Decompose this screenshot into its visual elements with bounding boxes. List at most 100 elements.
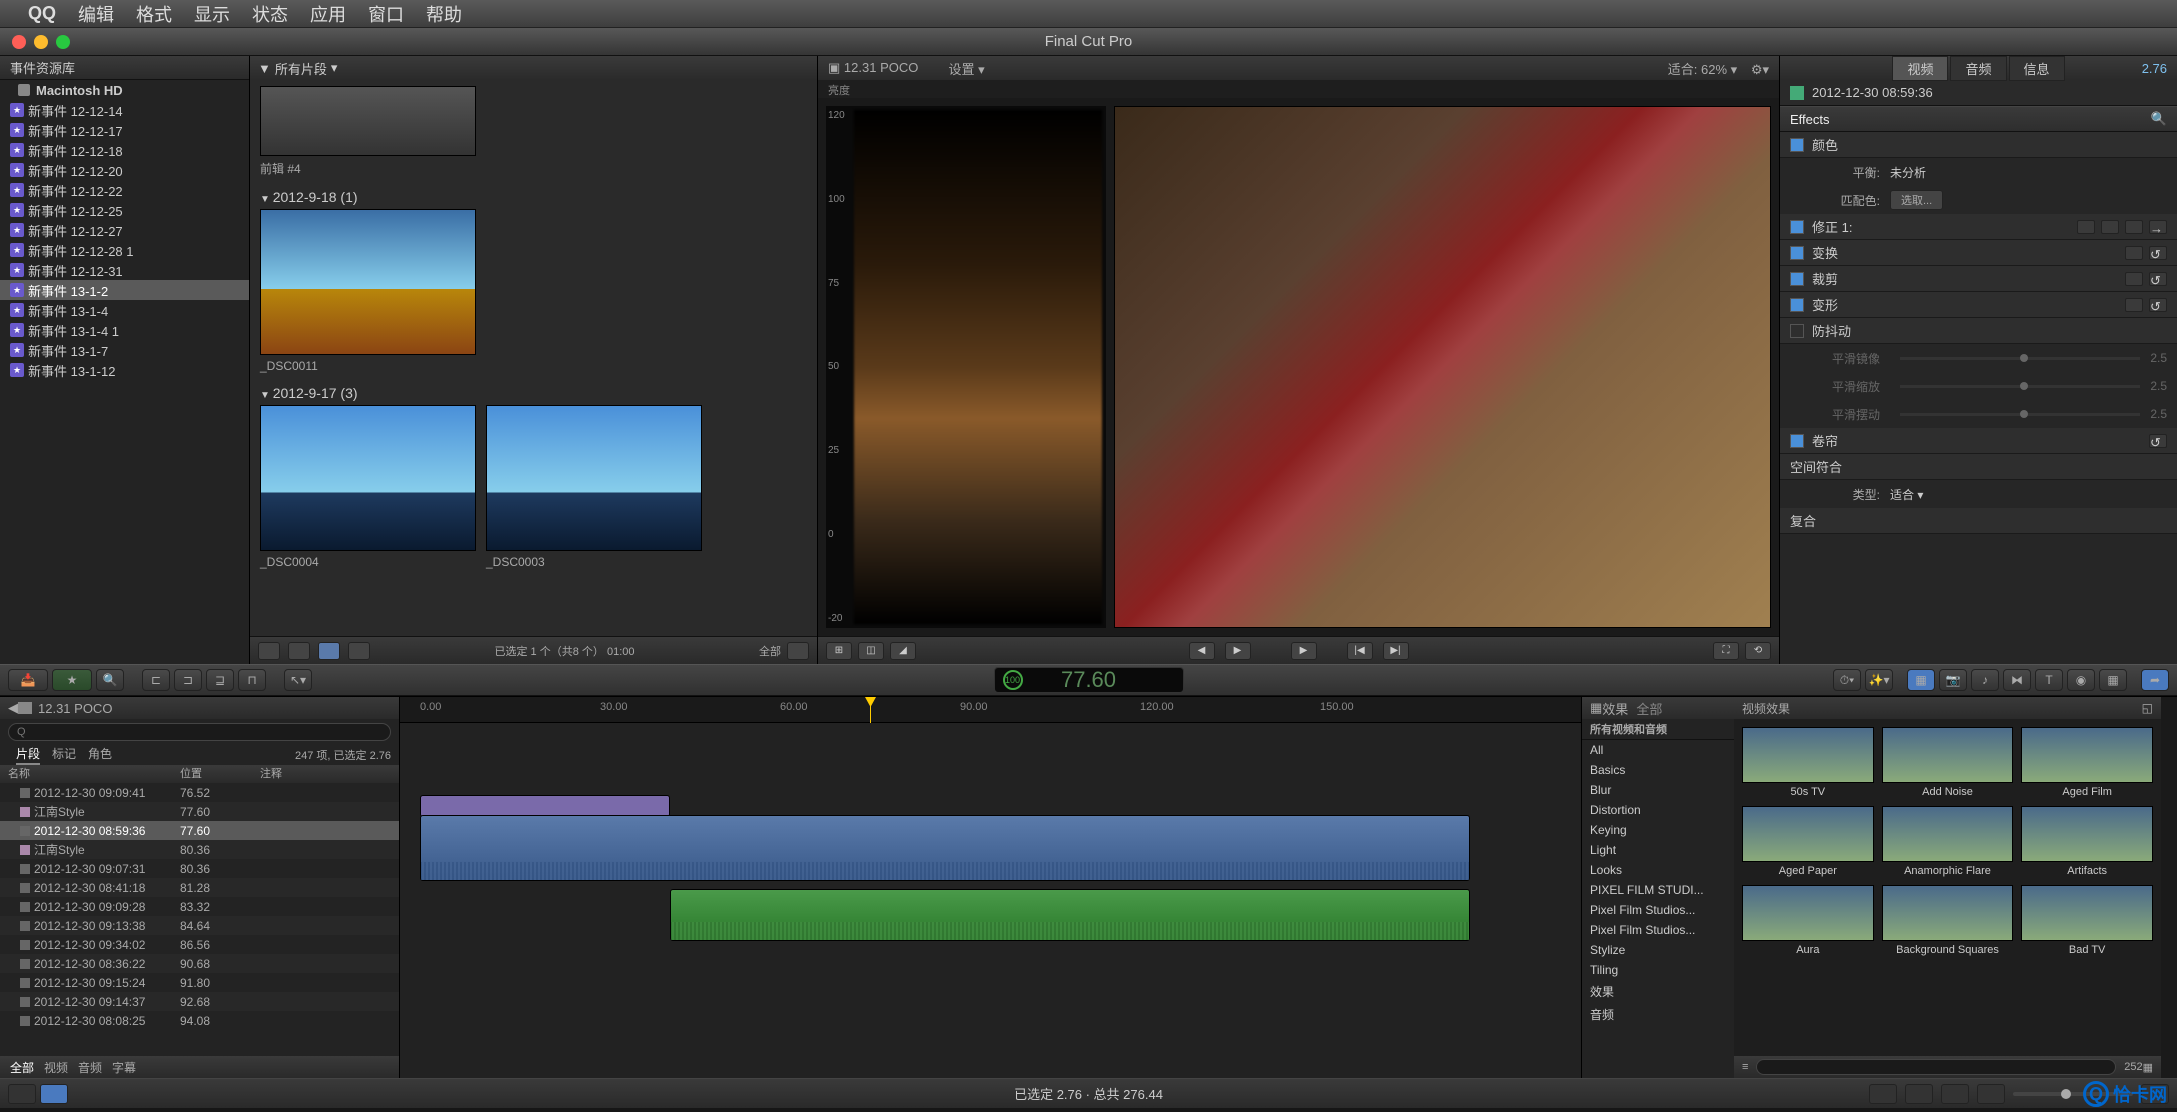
index-row[interactable]: 2012-12-30 09:09:2883.32 (0, 897, 399, 916)
event-item[interactable]: ★新事件 12-12-14 (0, 100, 249, 120)
gear-icon[interactable] (288, 642, 310, 660)
section-stabilize[interactable]: 防抖动 (1780, 318, 2177, 344)
menu-edit[interactable]: 编辑 (78, 1, 114, 27)
fx-search-input[interactable] (1756, 1059, 2116, 1075)
retime-button[interactable]: ⏱▾ (1833, 669, 1861, 691)
menu-help[interactable]: 帮助 (426, 1, 462, 27)
fx-item[interactable]: Anamorphic Flare (1882, 806, 2014, 877)
index-row[interactable]: 2012-12-30 09:07:3180.36 (0, 859, 399, 878)
section-rolling[interactable]: 卷帘 ↺ (1780, 428, 2177, 454)
checkbox[interactable] (1790, 272, 1804, 286)
video-preview[interactable] (1114, 106, 1771, 628)
next-edit-button[interactable]: ▶ (1225, 642, 1251, 660)
grid-size-icon[interactable]: ◱ (2142, 701, 2153, 715)
fx-category[interactable]: Pixel Film Studios... (1582, 920, 1734, 940)
back-icon[interactable]: ◀ (8, 700, 18, 716)
index-row[interactable]: 2012-12-30 09:09:4176.52 (0, 783, 399, 802)
fx-category[interactable]: Keying (1582, 820, 1734, 840)
timeline-appearance[interactable] (40, 1084, 68, 1104)
fx-category[interactable]: Looks (1582, 860, 1734, 880)
minimize-icon[interactable] (34, 35, 48, 49)
index-row[interactable]: 江南Style80.36 (0, 840, 399, 859)
section-crop[interactable]: 裁剪 ↺ (1780, 266, 2177, 292)
section-transform[interactable]: 变换 ↺ (1780, 240, 2177, 266)
effect-correction[interactable]: 修正 1: → (1780, 214, 2177, 240)
audio-skim-toggle[interactable] (1905, 1084, 1933, 1104)
overwrite-button[interactable]: ⊓ (238, 669, 266, 691)
index-header[interactable]: ◀ 12.31 POCO (0, 697, 399, 719)
menu-window[interactable]: 窗口 (368, 1, 404, 27)
checkbox[interactable] (1790, 246, 1804, 260)
tool-icon-1[interactable]: ⊞ (826, 642, 852, 660)
section-spatial[interactable]: 空间符合 (1780, 454, 2177, 480)
next-frame-button[interactable]: ▶| (1383, 642, 1409, 660)
solo-toggle[interactable] (1941, 1084, 1969, 1104)
skimming-toggle[interactable] (1869, 1084, 1897, 1104)
fx-category[interactable]: 效果 (1582, 980, 1734, 1003)
video-clip-main[interactable] (420, 815, 1470, 881)
tool-icon-2[interactable]: ◫ (858, 642, 884, 660)
checkbox[interactable] (1790, 434, 1804, 448)
match-color-button[interactable]: 选取... (1890, 190, 1943, 210)
event-item[interactable]: ★新事件 12-12-22 (0, 180, 249, 200)
search-icon[interactable]: 🔍 (2151, 111, 2167, 127)
section-title[interactable]: 2012-9-18 (1) (260, 185, 807, 209)
index-row[interactable]: 2012-12-30 09:34:0286.56 (0, 935, 399, 954)
fx-item[interactable]: 50s TV (1742, 727, 1874, 798)
tab-video[interactable]: 视频 (1892, 56, 1948, 81)
index-row[interactable]: 2012-12-30 09:13:3884.64 (0, 916, 399, 935)
reset-icon[interactable]: ↺ (2149, 434, 2167, 448)
fx-category[interactable]: PIXEL FILM STUDI... (1582, 880, 1734, 900)
index-search-input[interactable] (8, 723, 391, 741)
index-row[interactable]: 2012-12-30 08:59:3677.60 (0, 821, 399, 840)
checkbox[interactable] (1790, 298, 1804, 312)
select-tool[interactable]: ↖▾ (284, 669, 312, 691)
zoom-icon[interactable] (56, 35, 70, 49)
append-button[interactable]: ⊒ (206, 669, 234, 691)
reset-icon[interactable]: ↺ (2149, 298, 2167, 312)
view-options-icon[interactable]: ⚙▾ (1751, 62, 1769, 77)
enhance-button[interactable]: ✨▾ (1865, 669, 1893, 691)
fx-category[interactable]: Stylize (1582, 940, 1734, 960)
event-item[interactable]: ★新事件 13-1-12 (0, 360, 249, 380)
index-row[interactable]: 2012-12-30 08:41:1881.28 (0, 878, 399, 897)
checkbox[interactable] (1790, 220, 1804, 234)
index-tab[interactable]: 角色 (88, 745, 112, 765)
filmstrip-icon[interactable] (258, 642, 280, 660)
effect-color[interactable]: 颜色 (1780, 132, 2177, 158)
fx-grid-icon[interactable]: ▦ (2143, 1061, 2153, 1074)
event-item[interactable]: ★新事件 13-1-2 (0, 280, 249, 300)
event-item[interactable]: ★新事件 12-12-25 (0, 200, 249, 220)
connect-button[interactable]: ⊏ (142, 669, 170, 691)
index-filter[interactable]: 全部 (10, 1059, 34, 1076)
photos-browser-button[interactable]: 📷 (1939, 669, 1967, 691)
fx-category[interactable]: Light (1582, 840, 1734, 860)
spatial-type-dropdown[interactable]: 适合 ▾ (1890, 486, 1923, 503)
menu-format[interactable]: 格式 (136, 1, 172, 27)
section-compound[interactable]: 复合 (1780, 508, 2177, 534)
checkbox-off[interactable] (1790, 324, 1804, 338)
titles-button[interactable]: T (2035, 669, 2063, 691)
section-effects[interactable]: Effects 🔍 (1780, 106, 2177, 132)
fx-category[interactable]: Basics (1582, 760, 1734, 780)
timeline[interactable]: 0.0030.0060.0090.00120.00150.00 (400, 697, 1581, 1078)
index-filter[interactable]: 音频 (78, 1059, 102, 1076)
reset-icon[interactable]: ↺ (2149, 272, 2167, 286)
effects-browser-button[interactable]: ▦ (1907, 669, 1935, 691)
event-item[interactable]: ★新事件 13-1-7 (0, 340, 249, 360)
index-row[interactable]: 江南Style77.60 (0, 802, 399, 821)
menu-app2[interactable]: 应用 (310, 1, 346, 27)
view-list-icon[interactable] (318, 642, 340, 660)
index-row[interactable]: 2012-12-30 09:15:2491.80 (0, 973, 399, 992)
search-icon[interactable] (787, 642, 809, 660)
event-item[interactable]: ★新事件 12-12-31 (0, 260, 249, 280)
close-icon[interactable] (12, 35, 26, 49)
music-browser-button[interactable]: ♪ (1971, 669, 1999, 691)
timecode-display[interactable]: 100 77.60 (994, 667, 1184, 693)
section-distort[interactable]: 变形 ↺ (1780, 292, 2177, 318)
clip-thumbnail[interactable]: _DSC0004 (260, 405, 476, 569)
prev-edit-button[interactable]: ◀ (1189, 642, 1215, 660)
share-button[interactable]: ➦ (2141, 669, 2169, 691)
event-item[interactable]: ★新事件 13-1-4 (0, 300, 249, 320)
fx-item[interactable]: Aura (1742, 885, 1874, 956)
